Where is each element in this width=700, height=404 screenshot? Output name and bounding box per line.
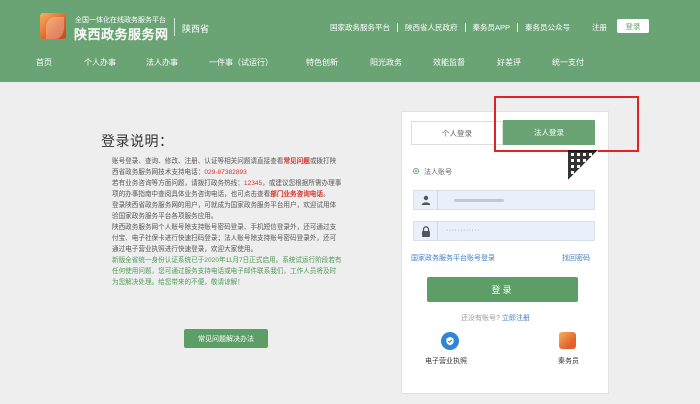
instruction-paragraph: 若有业务咨询等方面问题，请拨打政务热线：12345，或建议您根据所需办理事项的办…	[112, 180, 342, 198]
top-link-app[interactable]: 秦务员APP	[473, 22, 511, 33]
support-phone: 029-87382893	[204, 169, 247, 176]
nav-item-legal[interactable]: 法人办事	[146, 57, 178, 68]
login-submit-button[interactable]: 登录	[427, 277, 578, 302]
site-logo-icon[interactable]	[40, 13, 66, 39]
nav-item-innovation[interactable]: 特色创新	[306, 57, 338, 68]
top-link-national-platform[interactable]: 国家政务服务平台	[330, 22, 390, 33]
login-instructions-text: 账号登录、查询、修改、注册、认证等相关问题请直接查看常见问题或拨打陕西省政务服务…	[112, 156, 342, 288]
header-login-button[interactable]: 登录	[617, 19, 649, 33]
top-link-official-account[interactable]: 秦务员公众号	[525, 22, 570, 33]
login-instructions-title: 登录说明：	[101, 133, 174, 149]
highlight-annotation-box	[494, 96, 639, 152]
instruction-paragraph: 登录陕西省政务服务网的用户，可就成为国家政务服务平台用户，欢迎试用体验国家政务服…	[112, 202, 337, 220]
password-value: ············	[446, 227, 480, 234]
instruction-paragraph: 账号登录、查询、修改、注册、认证等相关问题请直接查看常见问题或拨打陕西省政务服务…	[112, 158, 337, 176]
forgot-password-link[interactable]: 找回密码	[562, 253, 590, 263]
logo-divider	[174, 18, 175, 36]
top-link-provincial-government[interactable]: 陕西省人民政府	[405, 22, 458, 33]
account-radio[interactable]	[413, 168, 419, 174]
register-now-link[interactable]: 立即注册	[502, 315, 530, 322]
qinwu-app-label[interactable]: 秦务员	[558, 356, 579, 366]
account-radio-label: 法人账号	[424, 169, 452, 176]
instruction-notice: 新版全省统一身份认证系统已于2020年11月7日正式启用。系统试运行阶段若有任何…	[112, 257, 342, 286]
user-icon	[414, 191, 438, 209]
faq-link[interactable]: 常见问题	[283, 158, 309, 165]
nav-item-open-government[interactable]: 阳光政务	[370, 57, 402, 68]
link-separator	[464, 23, 466, 32]
nav-item-home[interactable]: 首页	[36, 57, 52, 68]
department-phone-link[interactable]: 部门业务咨询电话	[270, 191, 323, 198]
business-license-icon[interactable]	[441, 332, 459, 350]
top-links: 国家政务服务平台 陕西省人民政府 秦务员APP 秦务员公众号	[330, 22, 570, 33]
register-prompt: 还没有账号? 立即注册	[461, 315, 530, 322]
business-license-label[interactable]: 电子营业执照	[425, 356, 467, 366]
nav-item-evaluation[interactable]: 好差评	[497, 57, 521, 68]
nav-item-personal[interactable]: 个人办事	[84, 57, 116, 68]
account-field[interactable]: ··········	[413, 190, 595, 210]
national-platform-login-link[interactable]: 国家政务服务平台账号登录	[411, 253, 495, 263]
nav-item-payment[interactable]: 统一支付	[552, 57, 584, 68]
nav-item-one-thing[interactable]: 一件事（试运行）	[209, 57, 273, 68]
nav-item-supervision[interactable]: 效能监督	[433, 57, 465, 68]
faq-solutions-button[interactable]: 常见问题解决办法	[184, 329, 268, 348]
password-field[interactable]: ············	[413, 221, 595, 241]
qinwu-app-icon[interactable]	[559, 332, 576, 349]
link-separator	[397, 23, 398, 32]
tab-personal-login[interactable]: 个人登录	[411, 121, 503, 145]
site-title[interactable]: 陕西政务服务网	[74, 24, 169, 43]
main-nav: 首页 个人办事 法人办事 一件事（试运行） 特色创新 阳光政务 效能监督 好差评…	[0, 57, 700, 71]
link-separator	[517, 23, 519, 32]
lock-icon	[414, 222, 438, 240]
instruction-paragraph: 陕西政务服务网个人账号除支持账号密码登录、手机短信登录外，还可通过支付宝、电子社…	[112, 224, 337, 253]
header-register-link[interactable]: 注册	[592, 22, 607, 33]
hotline-number: 12345	[243, 180, 263, 187]
province-selector[interactable]: 陕西省	[182, 22, 209, 35]
qr-code-icon[interactable]	[568, 150, 598, 180]
